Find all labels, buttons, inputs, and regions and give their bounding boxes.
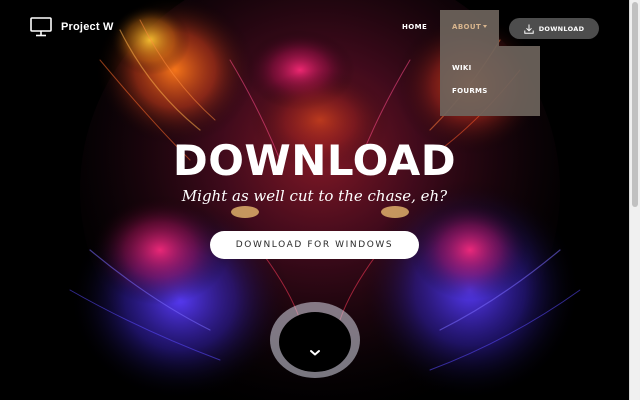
chevron-down-icon[interactable] bbox=[308, 348, 322, 358]
scrollbar-thumb[interactable] bbox=[632, 2, 638, 207]
nav-about-label: ABOUT bbox=[452, 23, 482, 31]
caret-down-icon bbox=[483, 25, 488, 28]
hero-title: DOWNLOAD bbox=[172, 136, 457, 185]
page-scrollbar[interactable] bbox=[629, 0, 640, 400]
brand[interactable]: Project W bbox=[30, 17, 114, 37]
download-icon bbox=[523, 24, 534, 34]
nav-download-button[interactable]: DOWNLOAD bbox=[509, 18, 599, 39]
nav-link-about[interactable]: ABOUT bbox=[440, 10, 499, 46]
dropdown-item-wiki[interactable]: WIKI bbox=[440, 64, 540, 87]
dropdown-item-fourms[interactable]: FOURMS bbox=[440, 87, 540, 110]
about-dropdown-menu: WIKI FOURMS bbox=[440, 46, 540, 116]
monitor-icon bbox=[30, 17, 52, 37]
hero-subtitle: Might as well cut to the chase, eh? bbox=[181, 187, 448, 205]
page: Project W HOME ABOUT WIKI FOURMS DOWNLOA… bbox=[0, 0, 640, 400]
nav-link-home[interactable]: HOME bbox=[402, 23, 427, 31]
nav-download-label: DOWNLOAD bbox=[538, 24, 585, 33]
brand-name: Project W bbox=[61, 21, 114, 33]
download-for-windows-button[interactable]: DOWNLOAD FOR WINDOWS bbox=[210, 231, 419, 259]
